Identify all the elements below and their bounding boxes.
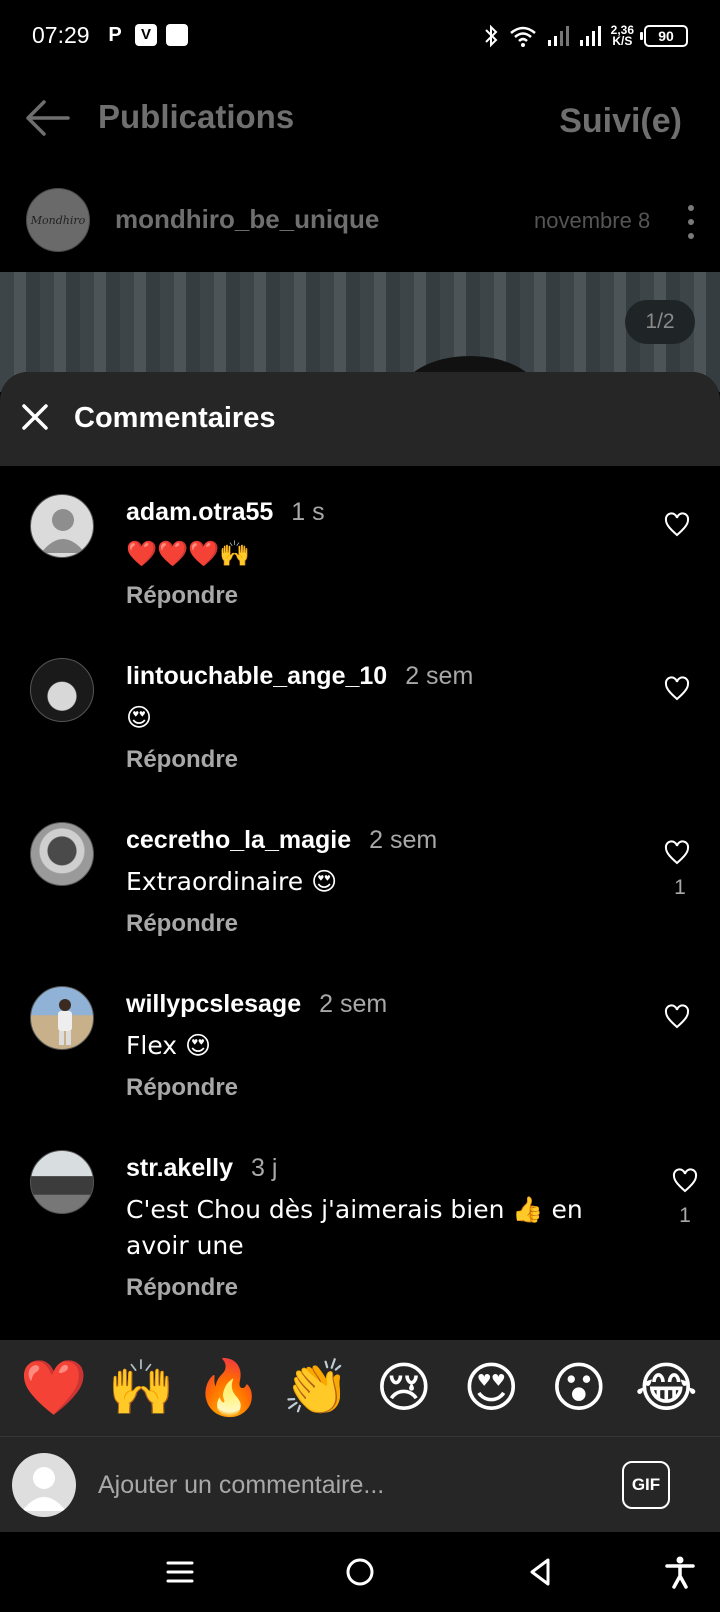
post-author-username[interactable]: mondhiro_be_unique [115, 204, 379, 235]
image-counter: 1/2 [625, 300, 695, 344]
reply-button[interactable]: Répondre [126, 910, 238, 938]
default-avatar-icon [22, 1467, 66, 1511]
comment-text: Flex 😍 [126, 1031, 212, 1060]
emoji-surprised-button[interactable]: 😮 [543, 1358, 615, 1418]
avatar-logo-text: Mondhiro [30, 213, 86, 227]
avatar[interactable] [30, 822, 94, 886]
comment-composer: GIF [0, 1436, 720, 1532]
comment-time: 1 s [291, 498, 325, 526]
app-notification-icon-p: P [108, 24, 122, 46]
signal-icon-2 [579, 26, 601, 46]
heart-icon[interactable] [664, 1004, 690, 1030]
comment-text: ❤️❤️❤️🙌 [126, 539, 251, 568]
comment-text: C'est Chou dès j'aimerais bien 👍 en avoi… [126, 1195, 583, 1260]
status-bar: 07:29 P V 2,36 K/S 90 [0, 0, 720, 72]
status-right-icons: 2,36 K/S 90 [483, 22, 688, 50]
signal-icon-1 [547, 26, 569, 46]
emoji-heart-eyes-button[interactable]: 😍 [455, 1358, 527, 1418]
page-title: Publications [98, 98, 295, 135]
gif-button[interactable]: GIF [622, 1461, 670, 1509]
heart-icon[interactable] [664, 512, 690, 538]
default-avatar-icon [41, 509, 85, 553]
comment-username[interactable]: cecretho_la_magie [126, 826, 351, 854]
comments-sheet-header: Commentaires [0, 372, 720, 466]
app-notification-icon [166, 24, 188, 46]
post-date: novembre 8 [534, 208, 651, 233]
comment-time: 2 sem [405, 662, 474, 690]
emoji-heart-button[interactable]: ❤️ [18, 1358, 90, 1418]
comment-meta: lintouchable_ange_10 2 sem [126, 662, 473, 691]
heart-icon[interactable] [664, 676, 690, 702]
comment-meta: adam.otra55 1 s [126, 498, 325, 527]
avatar[interactable] [30, 986, 94, 1050]
like-count: 1 [674, 876, 686, 899]
like-count: 1 [679, 1204, 691, 1227]
avatar[interactable] [30, 658, 94, 722]
emoji-laughing-button[interactable]: 😂 [630, 1358, 702, 1418]
accessibility-icon[interactable] [662, 1554, 698, 1590]
back-icon[interactable] [522, 1554, 558, 1590]
comment-username[interactable]: str.akelly [126, 1154, 233, 1182]
comment-meta: cecretho_la_magie 2 sem [126, 826, 437, 855]
network-speed: 2,36 K/S [611, 24, 634, 48]
home-icon[interactable] [342, 1554, 378, 1590]
emoji-crying-button[interactable]: 😢 [368, 1358, 440, 1418]
follow-button[interactable]: Suivi(e) [559, 102, 682, 141]
avatar-photo-figure [58, 999, 72, 1045]
app-notification-icon-v: V [135, 24, 157, 46]
comment-input[interactable] [98, 1465, 578, 1505]
reply-button[interactable]: Répondre [126, 1274, 238, 1302]
emoji-fire-button[interactable]: 🔥 [193, 1358, 265, 1418]
network-speed-unit: K/S [612, 34, 633, 48]
wifi-icon [509, 26, 536, 47]
status-time: 07:29 [32, 22, 90, 48]
reply-button[interactable]: Répondre [126, 582, 238, 610]
avatar[interactable] [30, 1150, 94, 1214]
avatar[interactable] [30, 494, 94, 558]
comment-meta: willypcslesage 2 sem [126, 990, 387, 1019]
back-arrow-icon[interactable] [24, 98, 70, 138]
comment-text: Extraordinaire 😍 [126, 867, 338, 896]
comment-text: 😍 [126, 703, 153, 732]
comment-username[interactable]: lintouchable_ange_10 [126, 662, 387, 690]
comment-time: 2 sem [369, 826, 438, 854]
post-author-avatar[interactable]: Mondhiro [26, 188, 90, 252]
close-icon[interactable] [20, 402, 50, 432]
comments-title: Commentaires [74, 402, 276, 434]
comment-username[interactable]: adam.otra55 [126, 498, 273, 526]
emoji-quick-bar: ❤️ 🙌 🔥 👏 😢 😍 😮 😂 [0, 1340, 720, 1436]
reply-button[interactable]: Répondre [126, 746, 238, 774]
my-avatar [12, 1453, 76, 1517]
comment-time: 3 j [251, 1154, 278, 1182]
comment-time: 2 sem [319, 990, 388, 1018]
comment-username[interactable]: willypcslesage [126, 990, 301, 1018]
comment-meta: str.akelly 3 j [126, 1154, 277, 1183]
reply-button[interactable]: Répondre [126, 1074, 238, 1102]
battery-icon: 90 [640, 25, 688, 47]
bluetooth-icon [484, 24, 498, 48]
more-options-icon[interactable] [686, 205, 696, 239]
heart-icon[interactable] [664, 840, 690, 866]
emoji-clapping-button[interactable]: 👏 [280, 1358, 352, 1418]
menu-icon[interactable] [162, 1554, 198, 1590]
system-nav-bar [0, 1532, 720, 1612]
emoji-raising-hands-button[interactable]: 🙌 [105, 1358, 177, 1418]
heart-icon[interactable] [672, 1168, 698, 1194]
